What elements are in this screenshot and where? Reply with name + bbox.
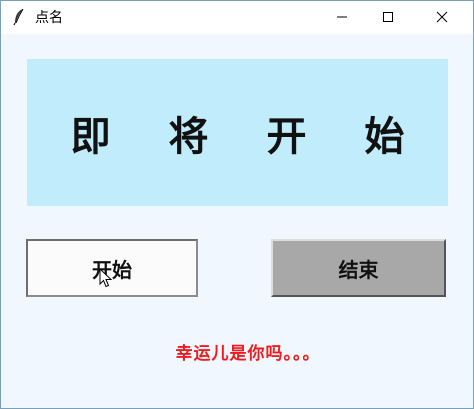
end-button-label: 结束 [338,257,379,282]
lucky-message: 幸运儿是你吗。。。 [175,344,321,364]
app-window: 点名 即 将 开 始 开始 结束 幸运儿是你吗。。。 [0,0,474,409]
banner-text: 即 将 开 始 [70,112,427,160]
end-button[interactable]: 结束 [271,239,446,297]
mouse-cursor-icon [99,267,113,288]
feather-icon [11,8,27,26]
minimize-icon [336,8,348,27]
window-title: 点名 [35,10,63,26]
close-button[interactable] [419,1,465,34]
status-banner: 即 将 开 始 [27,59,448,206]
maximize-icon [382,8,394,27]
title-bar[interactable]: 点名 [1,1,473,34]
minimize-button[interactable] [319,1,365,34]
maximize-button[interactable] [365,1,411,34]
close-icon [436,8,448,27]
